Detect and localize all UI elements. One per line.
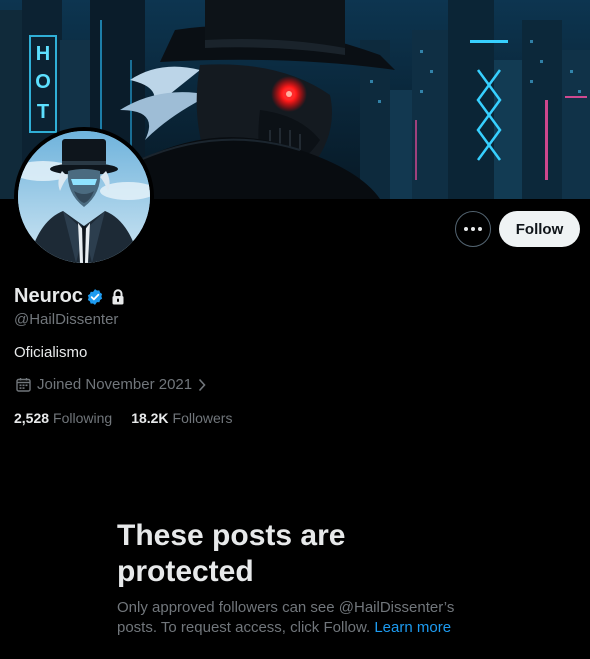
lock-icon bbox=[111, 288, 125, 305]
followers-stat[interactable]: 18.2K Followers bbox=[131, 410, 232, 426]
more-options-button[interactable] bbox=[455, 211, 491, 247]
follow-stats: 2,528 Following 18.2K Followers bbox=[14, 410, 251, 426]
avatar-image bbox=[18, 131, 150, 263]
svg-text:O: O bbox=[35, 71, 51, 93]
follow-button[interactable]: Follow bbox=[499, 211, 580, 247]
verified-badge-icon[interactable] bbox=[86, 288, 104, 306]
svg-text:H: H bbox=[36, 43, 50, 65]
following-label: Following bbox=[53, 410, 113, 426]
following-stat[interactable]: 2,528 Following bbox=[14, 410, 112, 426]
followers-count: 18.2K bbox=[131, 410, 169, 426]
protected-description: Only approved followers can see @HailDis… bbox=[117, 598, 477, 638]
name-row: Neuroc bbox=[14, 285, 125, 308]
protected-title: These posts are protected bbox=[117, 519, 346, 588]
following-count: 2,528 bbox=[14, 410, 50, 426]
profile-handle: @HailDissenter bbox=[14, 311, 119, 328]
calendar-icon bbox=[16, 377, 31, 392]
followers-label: Followers bbox=[172, 410, 233, 426]
svg-text:T: T bbox=[37, 101, 49, 123]
joined-date-row[interactable]: Joined November 2021 bbox=[16, 376, 207, 393]
learn-more-link[interactable]: Learn more bbox=[374, 619, 451, 636]
profile-avatar[interactable] bbox=[14, 127, 154, 267]
chevron-right-icon bbox=[197, 378, 207, 392]
joined-date-text: Joined November 2021 bbox=[37, 376, 193, 393]
profile-bio: Oficialismo bbox=[14, 344, 88, 361]
ellipsis-icon bbox=[464, 227, 482, 231]
display-name: Neuroc bbox=[14, 285, 83, 307]
protected-posts-notice: These posts are protected Only approved … bbox=[117, 518, 477, 638]
